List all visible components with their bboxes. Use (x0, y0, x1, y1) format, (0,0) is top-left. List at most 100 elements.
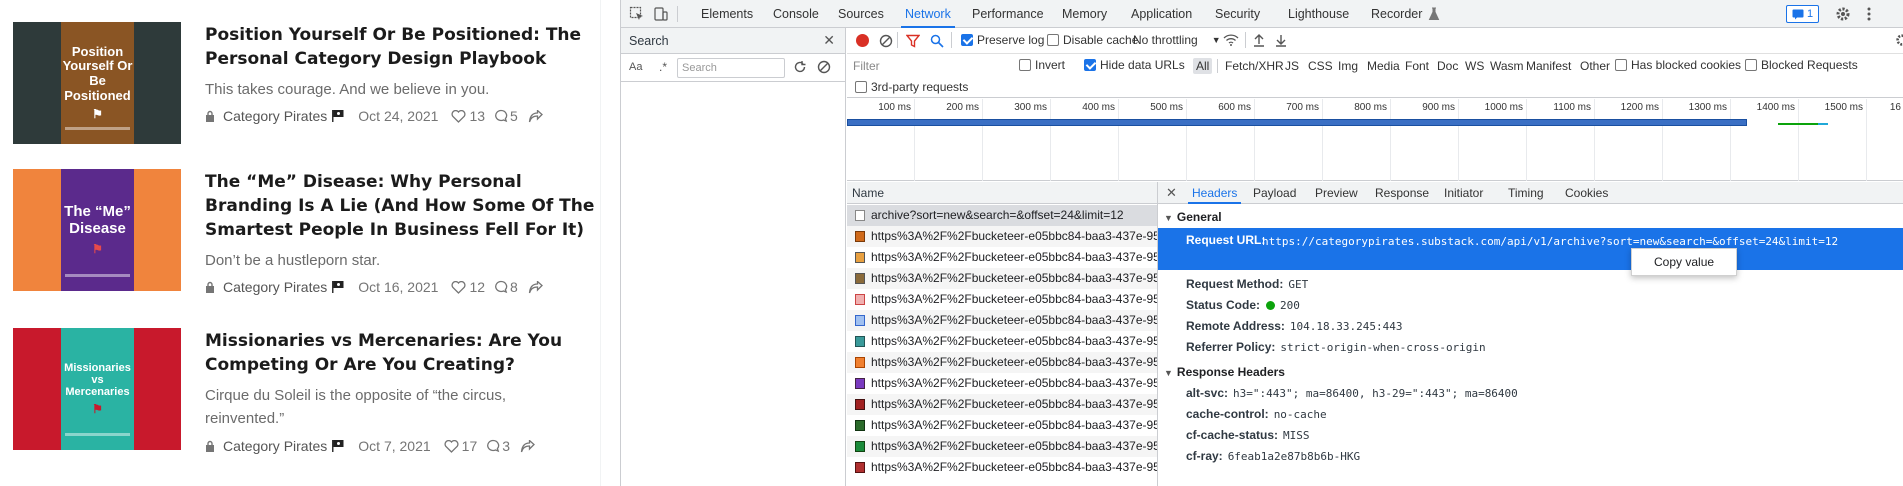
search-input[interactable]: Search (677, 58, 785, 78)
close-details-icon[interactable]: ✕ (1166, 185, 1177, 201)
post-title[interactable]: Missionaries vs Mercenaries: Are You Com… (205, 329, 595, 377)
request-row[interactable]: https%3A%2F%2Fbucketeer-e05bbc84-baa3-43… (847, 331, 1157, 352)
request-row[interactable]: https%3A%2F%2Fbucketeer-e05bbc84-baa3-43… (847, 310, 1157, 331)
filter-type-media[interactable]: Media (1364, 58, 1403, 74)
clear-icon[interactable] (817, 60, 831, 77)
filter-type-ws[interactable]: WS (1462, 58, 1487, 74)
regex-toggle[interactable]: .* (659, 60, 667, 74)
filter-type-js[interactable]: JS (1282, 58, 1302, 74)
post-author[interactable]: Category Pirates (223, 108, 327, 124)
has-blocked-cookies-checkbox[interactable]: Has blocked cookies (1615, 58, 1741, 72)
request-row[interactable]: archive?sort=new&search=&offset=24&limit… (847, 205, 1157, 226)
post-author[interactable]: Category Pirates (223, 279, 327, 295)
device-toolbar-icon[interactable] (653, 6, 669, 22)
general-section-header[interactable]: ▼ General (1164, 210, 1222, 224)
filter-type-img[interactable]: Img (1335, 58, 1361, 74)
tab-initiator[interactable]: Initiator (1444, 182, 1483, 204)
tab-network[interactable]: Network (901, 0, 955, 28)
request-row[interactable]: https%3A%2F%2Fbucketeer-e05bbc84-baa3-43… (847, 268, 1157, 289)
tab-security[interactable]: Security (1215, 0, 1260, 28)
post-cover-image[interactable]: Missionaries vs Mercenaries ⚑ (13, 328, 181, 450)
post-item[interactable]: Position Yourself Or Be Positioned ⚑ Pos… (13, 22, 593, 144)
tab-response[interactable]: Response (1375, 182, 1429, 204)
download-icon[interactable] (1275, 33, 1287, 50)
share-icon[interactable] (520, 439, 535, 453)
tab-lighthouse[interactable]: Lighthouse (1288, 0, 1349, 28)
heart-icon[interactable] (451, 280, 466, 294)
refresh-icon[interactable] (793, 60, 807, 77)
record-icon[interactable] (856, 34, 869, 47)
wifi-icon[interactable] (1223, 33, 1239, 50)
post-item[interactable]: The “Me” Disease ⚑ The “Me” Disease: Why… (13, 169, 595, 295)
heart-icon[interactable] (451, 109, 466, 123)
gear-icon[interactable] (1835, 6, 1851, 22)
filter-input[interactable]: Filter (851, 57, 1013, 75)
tab-elements[interactable]: Elements (701, 0, 753, 28)
preserve-log-checkbox[interactable]: Preserve log (961, 33, 1044, 47)
tab-console[interactable]: Console (773, 0, 819, 28)
post-item[interactable]: Missionaries vs Mercenaries ⚑ Missionari… (13, 328, 595, 454)
comment-icon[interactable] (486, 439, 500, 453)
filter-type-fetch-xhr[interactable]: Fetch/XHR (1222, 58, 1287, 74)
comment-icon[interactable] (494, 280, 508, 294)
filter-type-doc[interactable]: Doc (1434, 58, 1461, 74)
tab-payload[interactable]: Payload (1253, 182, 1296, 204)
search-icon[interactable] (930, 34, 944, 51)
heart-icon[interactable] (444, 439, 459, 453)
network-toolbar: Preserve log Disable cache No throttling… (847, 28, 1903, 54)
tab-timing[interactable]: Timing (1508, 182, 1544, 204)
tab-cookies[interactable]: Cookies (1565, 182, 1608, 204)
share-icon[interactable] (528, 280, 543, 294)
tab-headers[interactable]: Headers (1188, 182, 1242, 204)
issues-badge[interactable]: 1 (1786, 5, 1820, 23)
requests-table-header[interactable]: Name (847, 182, 1157, 204)
invert-checkbox[interactable]: Invert (1019, 58, 1065, 72)
close-icon[interactable]: ✕ (823, 32, 835, 49)
filter-type-all[interactable]: All (1193, 58, 1213, 74)
throttling-select[interactable]: No throttling ▼ (1133, 33, 1221, 47)
tab-recorder[interactable]: Recorder (1371, 0, 1422, 28)
more-options-icon[interactable] (1861, 6, 1877, 22)
request-row[interactable]: https%3A%2F%2Fbucketeer-e05bbc84-baa3-43… (847, 247, 1157, 268)
tab-preview[interactable]: Preview (1315, 182, 1358, 204)
request-row[interactable]: https%3A%2F%2Fbucketeer-e05bbc84-baa3-43… (847, 373, 1157, 394)
request-row[interactable]: https%3A%2F%2Fbucketeer-e05bbc84-baa3-43… (847, 394, 1157, 415)
copy-value-menu-item[interactable]: Copy value (1654, 255, 1714, 269)
match-case-toggle[interactable]: Aa (629, 61, 642, 73)
request-row[interactable]: https%3A%2F%2Fbucketeer-e05bbc84-baa3-43… (847, 289, 1157, 310)
filter-type-wasm[interactable]: Wasm (1487, 58, 1527, 74)
clear-log-icon[interactable] (879, 34, 893, 51)
request-row[interactable]: https%3A%2F%2Fbucketeer-e05bbc84-baa3-43… (847, 415, 1157, 436)
request-url-row[interactable]: Request URL: https://categorypirates.sub… (1158, 228, 1903, 270)
upload-icon[interactable] (1253, 33, 1265, 50)
post-cover-image[interactable]: Position Yourself Or Be Positioned ⚑ (13, 22, 181, 144)
inspect-element-icon[interactable] (629, 6, 645, 22)
network-settings-icon[interactable] (1895, 33, 1903, 50)
request-row[interactable]: https%3A%2F%2Fbucketeer-e05bbc84-baa3-43… (847, 226, 1157, 247)
tab-application[interactable]: Application (1131, 0, 1192, 28)
post-cover-image[interactable]: The “Me” Disease ⚑ (13, 169, 181, 291)
share-icon[interactable] (528, 109, 543, 123)
network-overview-timeline[interactable]: 100 ms 200 ms 300 ms 400 ms 500 ms 600 m… (847, 99, 1903, 181)
tab-sources[interactable]: Sources (838, 0, 884, 28)
post-title[interactable]: The “Me” Disease: Why Personal Branding … (205, 170, 595, 242)
filter-type-css[interactable]: CSS (1305, 58, 1336, 74)
request-url-value[interactable]: https://categorypirates.substack.com/api… (1262, 233, 1898, 251)
request-row[interactable]: https%3A%2F%2Fbucketeer-e05bbc84-baa3-43… (847, 352, 1157, 373)
disable-cache-checkbox[interactable]: Disable cache (1047, 33, 1138, 47)
hide-data-urls-checkbox[interactable]: Hide data URLs (1084, 58, 1185, 72)
post-title[interactable]: Position Yourself Or Be Positioned: The … (205, 23, 595, 71)
tab-performance[interactable]: Performance (972, 0, 1044, 28)
tab-memory[interactable]: Memory (1062, 0, 1107, 28)
comment-icon[interactable] (494, 109, 508, 123)
request-row[interactable]: https%3A%2F%2Fbucketeer-e05bbc84-baa3-43… (847, 436, 1157, 457)
filter-icon[interactable] (905, 34, 921, 51)
third-party-checkbox[interactable]: 3rd-party requests (855, 80, 968, 94)
blocked-requests-checkbox[interactable]: Blocked Requests (1745, 58, 1858, 72)
filter-type-other[interactable]: Other (1577, 58, 1613, 74)
request-row[interactable]: https%3A%2F%2Fbucketeer-e05bbc84-baa3-43… (847, 457, 1157, 478)
response-headers-section-header[interactable]: ▼ Response Headers (1164, 365, 1285, 379)
filter-type-font[interactable]: Font (1402, 58, 1432, 74)
filter-type-manifest[interactable]: Manifest (1523, 58, 1574, 74)
post-author[interactable]: Category Pirates (223, 438, 327, 454)
